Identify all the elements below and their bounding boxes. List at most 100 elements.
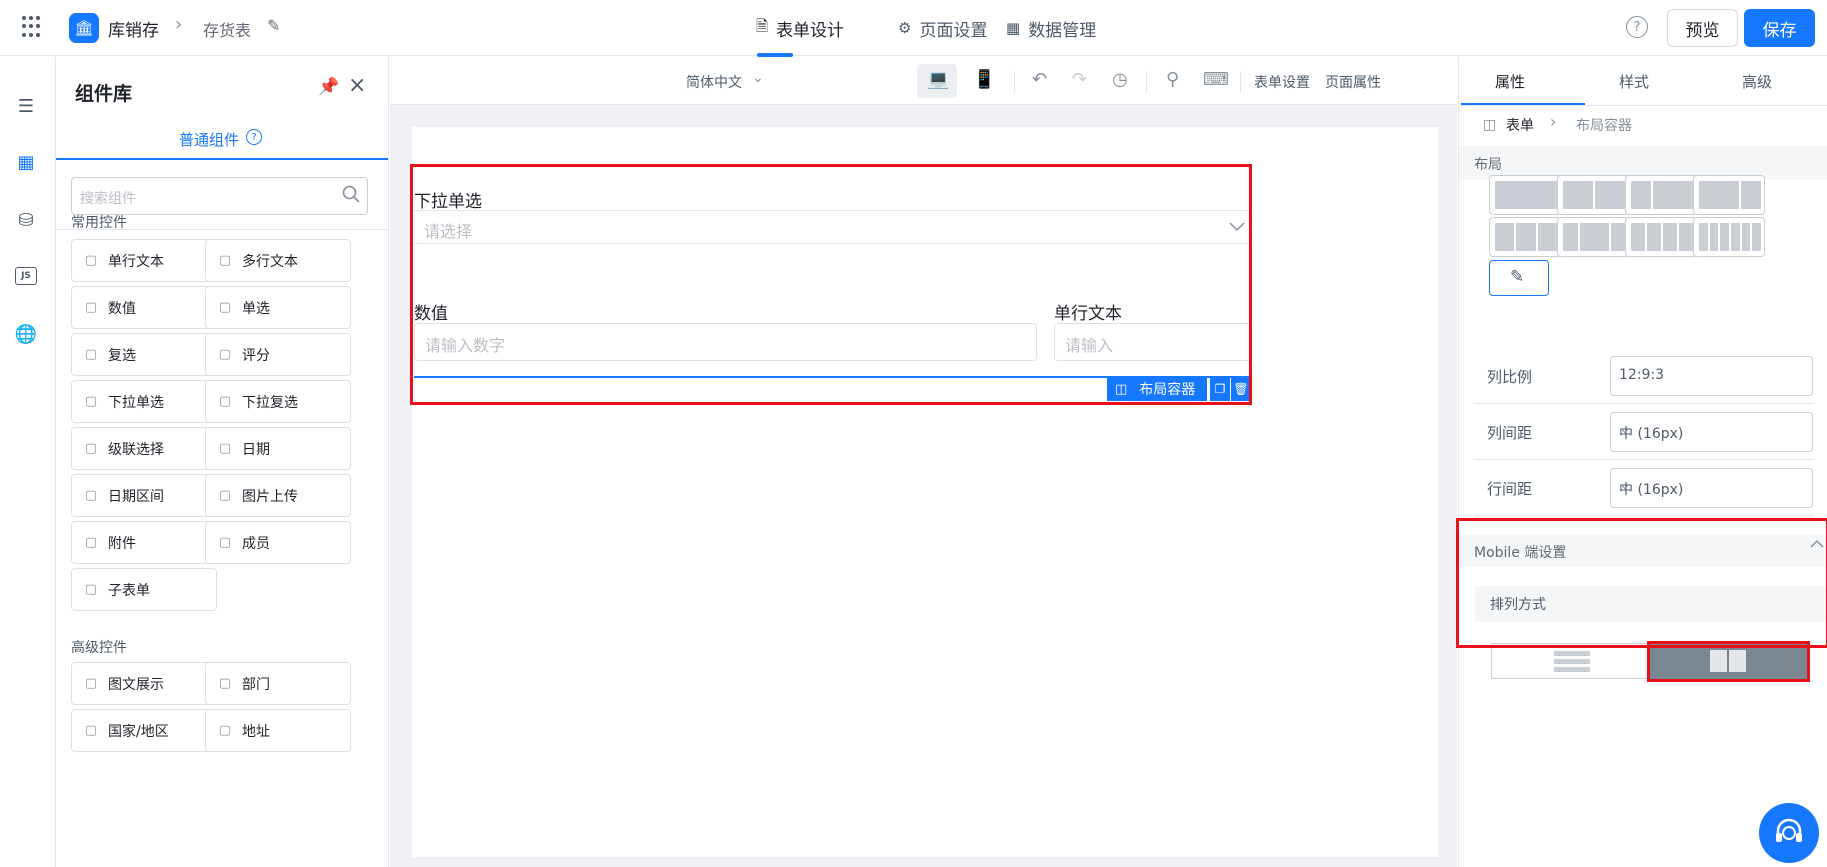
component-item[interactable]: ▢ 子表单	[71, 568, 217, 611]
component-item[interactable]: ▢ 日期	[205, 427, 351, 470]
redo-icon[interactable]: ↷	[1072, 69, 1087, 90]
layout-option[interactable]	[1489, 217, 1561, 257]
component-item[interactable]: ▢ 部门	[205, 662, 351, 705]
layout-option[interactable]	[1557, 217, 1629, 257]
close-icon[interactable]: ×	[348, 73, 366, 98]
layout-option[interactable]	[1693, 175, 1765, 215]
component-label: 图片上传	[242, 488, 298, 505]
components-icon[interactable]: ▦	[13, 149, 39, 175]
history-clock-icon[interactable]: ◷	[1112, 69, 1128, 90]
edit-ruler-icon: ✎	[1510, 267, 1525, 287]
custom-layout-option[interactable]: ✎	[1489, 260, 1549, 296]
tab-data-management[interactable]: ▦ 数据管理	[1006, 0, 1096, 56]
component-item[interactable]: ▢ 评分	[205, 333, 351, 376]
text-input[interactable]: 请输入	[1054, 323, 1250, 361]
select-field[interactable]: 请选择	[414, 210, 1251, 244]
component-item[interactable]: ▢ 复选	[71, 333, 217, 376]
keyboard-icon[interactable]: ⌨	[1203, 69, 1229, 90]
group-title-advanced: 高级控件	[71, 640, 127, 656]
database-icon[interactable]: ⛁	[13, 207, 39, 233]
chevron-right-icon: ›	[1550, 112, 1557, 131]
tab-advanced[interactable]: 高级	[1742, 71, 1772, 92]
component-item[interactable]: ▢ 单选	[205, 286, 351, 329]
component-item[interactable]: ▢ 图文展示	[71, 662, 217, 705]
pin-icon[interactable]: 📌	[318, 77, 339, 97]
component-item[interactable]: ▢ 地址	[205, 709, 351, 752]
form-paper: 下拉单选 请选择 数值 请输入数字 单行文本 请输入 ◫ 布局容器 ❐ 🗑	[410, 127, 1438, 857]
arrange-side-by-side-option[interactable]	[1649, 643, 1807, 679]
component-item[interactable]: ▢ 多行文本	[205, 239, 351, 282]
arrange-stacked-option[interactable]	[1491, 643, 1649, 679]
component-item[interactable]: ▢ 数值	[71, 286, 217, 329]
canvas-toolbar: 简体中文 ⌄ 💻 📱 ↶ ↷ ◷ ⚲ ⌨ 表单设置 页面属性	[390, 57, 1457, 105]
component-label: 日期	[242, 441, 270, 458]
columns-icon: ◫	[1483, 117, 1497, 133]
desktop-icon[interactable]: 💻	[927, 69, 949, 90]
breadcrumb-form[interactable]: 表单	[1506, 115, 1534, 135]
tab-page-settings[interactable]: ⚙ 页面设置	[898, 0, 987, 56]
apps-grid-icon[interactable]	[22, 16, 44, 38]
col-gap-select[interactable]: 中 (16px) ⌄	[1610, 412, 1813, 452]
layout-option[interactable]	[1557, 175, 1629, 215]
col-ratio-input[interactable]: 12:9:3	[1610, 356, 1813, 396]
component-item[interactable]: ▢ 单行文本	[71, 239, 217, 282]
component-item[interactable]: ▢ 日期区间	[71, 474, 217, 517]
arrange-label: 排列方式	[1490, 597, 1546, 613]
document-icon: 🗎	[756, 16, 769, 35]
customer-service-button[interactable]	[1759, 803, 1819, 863]
layout-option[interactable]	[1693, 217, 1765, 257]
text-input-icon: ▢	[84, 253, 98, 268]
help-icon[interactable]: ?	[246, 129, 262, 145]
select-placeholder: 请选择	[424, 222, 473, 241]
tab-styles[interactable]: 样式	[1619, 71, 1649, 92]
component-label: 成员	[242, 535, 270, 552]
component-item[interactable]: ▢ 下拉复选	[205, 380, 351, 423]
component-item[interactable]: ▢ 附件	[71, 521, 217, 564]
breadcrumb-layout-container: 布局容器	[1576, 118, 1632, 134]
tab-properties[interactable]: 属性	[1495, 71, 1525, 92]
form-settings-button[interactable]: 表单设置	[1254, 72, 1310, 92]
layout-option[interactable]	[1625, 217, 1697, 257]
component-item[interactable]: ▢ 图片上传	[205, 474, 351, 517]
component-item[interactable]: ▢ 成员	[205, 521, 351, 564]
preview-button[interactable]: 预览	[1667, 9, 1738, 47]
trash-icon[interactable]: 🗑	[1231, 377, 1251, 401]
mobile-icon[interactable]: 📱	[973, 69, 995, 90]
page-name[interactable]: 存货表	[203, 17, 251, 41]
edit-icon[interactable]: ✎	[267, 16, 280, 35]
row-gap-select[interactable]: 中 (16px) ⌄	[1610, 468, 1813, 508]
number-input[interactable]: 请输入数字	[414, 323, 1037, 361]
language-select[interactable]: 简体中文	[686, 72, 742, 92]
globe-icon[interactable]: 🌐	[13, 321, 39, 347]
cascade-icon: ▢	[84, 441, 98, 456]
left-rail: ☰ ▦ ⛁ JS 🌐	[0, 57, 56, 867]
component-item[interactable]: ▢ 下拉单选	[71, 380, 217, 423]
undo-icon[interactable]: ↶	[1032, 69, 1047, 90]
layout-option[interactable]	[1625, 175, 1697, 215]
outline-tree-icon[interactable]: ☰	[13, 93, 39, 119]
component-item[interactable]: ▢ 国家/地区	[71, 709, 217, 752]
component-item[interactable]: ▢ 级联选择	[71, 427, 217, 470]
component-label: 国家/地区	[108, 723, 169, 740]
layout-container-tag[interactable]: ◫ 布局容器	[1107, 377, 1207, 401]
tab-form-design[interactable]: 🗎 表单设计	[756, 0, 844, 56]
app-name[interactable]: 库销存	[108, 16, 159, 41]
js-code-icon[interactable]: JS	[13, 263, 39, 289]
component-label: 多行文本	[242, 253, 298, 270]
search-input[interactable]: 搜索组件	[71, 177, 368, 215]
highlight-box	[410, 164, 1252, 405]
paperclip-icon: ▢	[84, 535, 98, 550]
component-label: 复选	[108, 347, 136, 364]
layout-option[interactable]	[1489, 175, 1561, 215]
help-icon[interactable]: ?	[1626, 16, 1648, 38]
page-props-button[interactable]: 页面属性	[1325, 72, 1381, 92]
tab-common-components[interactable]: 普通组件	[179, 129, 239, 150]
field-label-select: 下拉单选	[414, 192, 482, 212]
image-icon: ▢	[218, 488, 232, 503]
mobile-settings-header[interactable]: Mobile 端设置	[1459, 535, 1827, 567]
copy-icon[interactable]: ❐	[1210, 377, 1230, 401]
search-icon[interactable]: ⚲	[1166, 69, 1179, 90]
section-title: Mobile 端设置	[1474, 545, 1567, 561]
save-button[interactable]: 保存	[1744, 9, 1815, 47]
top-bar: 🏛 库销存 › 存货表 ✎ 🗎 表单设计 ⚙ 页面设置 ▦ 数据管理 ? 预览 …	[0, 0, 1827, 57]
